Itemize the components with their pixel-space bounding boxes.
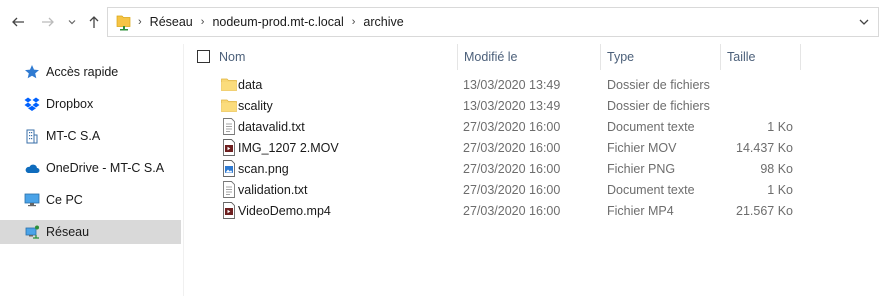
video-file-icon [221,202,237,219]
navigation-pane: Accès rapide Dropbox MT-C S.A OneDrive -… [0,44,184,296]
building-icon [24,128,40,144]
chevron-down-icon [68,20,76,25]
file-type: Document texte [607,119,695,134]
network-icon [24,224,40,240]
file-name: scality [238,98,273,113]
file-modified: 27/03/2020 16:00 [463,203,561,218]
back-arrow-icon [12,17,24,27]
breadcrumb-server[interactable]: nodeum-prod.mt-c.local [206,15,349,29]
file-modified: 27/03/2020 16:00 [463,119,561,134]
file-type: Fichier MP4 [607,203,674,218]
column-header-size[interactable]: Taille [721,44,801,70]
forward-arrow-icon [42,17,54,27]
dropbox-icon [24,96,40,112]
file-name: VideoDemo.mp4 [238,203,331,218]
file-row[interactable]: datavalid.txt 27/03/2020 16:00 Document te… [185,116,885,137]
breadcrumb-separator-icon: › [351,16,356,28]
file-size [721,95,793,116]
column-header-name[interactable]: Nom [213,44,458,70]
text-file-icon [221,181,237,198]
file-type: Fichier MOV [607,140,677,155]
file-row[interactable]: VideoDemo.mp4 27/03/2020 16:00 Fichier MP4… [185,200,885,221]
file-size: 98 Ko [760,161,793,176]
address-dropdown-button[interactable] [858,16,870,31]
file-modified: 13/03/2020 13:49 [463,98,561,113]
video-file-icon [221,139,237,156]
file-name: IMG_1207 2.MOV [238,140,339,155]
address-bar[interactable]: › Réseau › nodeum-prod.mt-c.local › arch… [107,7,879,37]
file-size [721,74,793,95]
cloud-icon [24,160,40,176]
file-modified: 27/03/2020 16:00 [463,182,561,197]
file-name: scan.png [238,161,289,176]
file-modified: 27/03/2020 16:00 [463,140,561,155]
file-list: Nom Modifié le Type Taille data 13/03/202… [185,44,885,296]
sidebar-item-this-pc[interactable]: Ce PC [0,188,181,212]
up-arrow-icon [89,16,99,28]
file-size: 1 Ko [767,182,793,197]
file-name: validation.txt [238,182,308,197]
select-all-checkbox[interactable] [197,50,210,63]
file-row[interactable]: IMG_1207 2.MOV 27/03/2020 16:00 Fichier MO… [185,137,885,158]
recent-locations-button[interactable] [62,12,82,32]
breadcrumb-network[interactable]: Réseau [144,15,199,29]
star-icon [24,64,40,80]
sidebar-item-dropbox[interactable]: Dropbox [0,92,181,116]
file-size: 21.567 Ko [736,203,793,218]
back-button[interactable] [8,12,28,32]
breadcrumb-separator-icon: › [138,16,142,28]
up-button[interactable] [84,12,104,32]
file-row[interactable]: data 13/03/2020 13:49 Dossier de fichiers [185,74,885,95]
file-row[interactable]: scality 13/03/2020 13:49 Dossier de fichie… [185,95,885,116]
sidebar-item-mtc[interactable]: MT-C S.A [0,124,181,148]
folder-icon [221,76,237,93]
file-row[interactable]: validation.txt 27/03/2020 16:00 Document t… [185,179,885,200]
breadcrumb: › Réseau › nodeum-prod.mt-c.local › arch… [116,8,410,36]
navigation-bar: › Réseau › nodeum-prod.mt-c.local › arch… [0,0,885,44]
breadcrumb-separator-icon: › [200,16,205,28]
column-header-row: Nom Modifié le Type Taille [185,44,885,70]
file-name: data [238,77,263,92]
file-size: 14.437 Ko [736,140,793,155]
text-file-icon [221,118,237,135]
file-modified: 13/03/2020 13:49 [463,77,561,92]
monitor-icon [24,192,40,208]
sidebar-item-quick-access[interactable]: Accès rapide [0,60,181,84]
file-type: Dossier de fichiers [607,77,710,92]
breadcrumb-archive[interactable]: archive [357,15,409,29]
sidebar-item-onedrive[interactable]: OneDrive - MT-C S.A [0,156,181,180]
file-type: Dossier de fichiers [607,98,710,113]
file-row[interactable]: scan.png 27/03/2020 16:00 Fichier PNG 98 Ko [185,158,885,179]
forward-button[interactable] [38,12,58,32]
folder-icon [221,97,237,114]
column-header-type[interactable]: Type [601,44,721,70]
network-location-icon [116,13,132,31]
file-name: datavalid.txt [238,119,305,134]
file-modified: 27/03/2020 16:00 [463,161,561,176]
file-type: Document texte [607,182,695,197]
file-type: Fichier PNG [607,161,676,176]
image-file-icon [221,160,237,177]
column-header-modified[interactable]: Modifié le [458,44,601,70]
chevron-down-icon [859,19,869,25]
sidebar-item-network[interactable]: Réseau [0,220,181,244]
file-size: 1 Ko [767,119,793,134]
